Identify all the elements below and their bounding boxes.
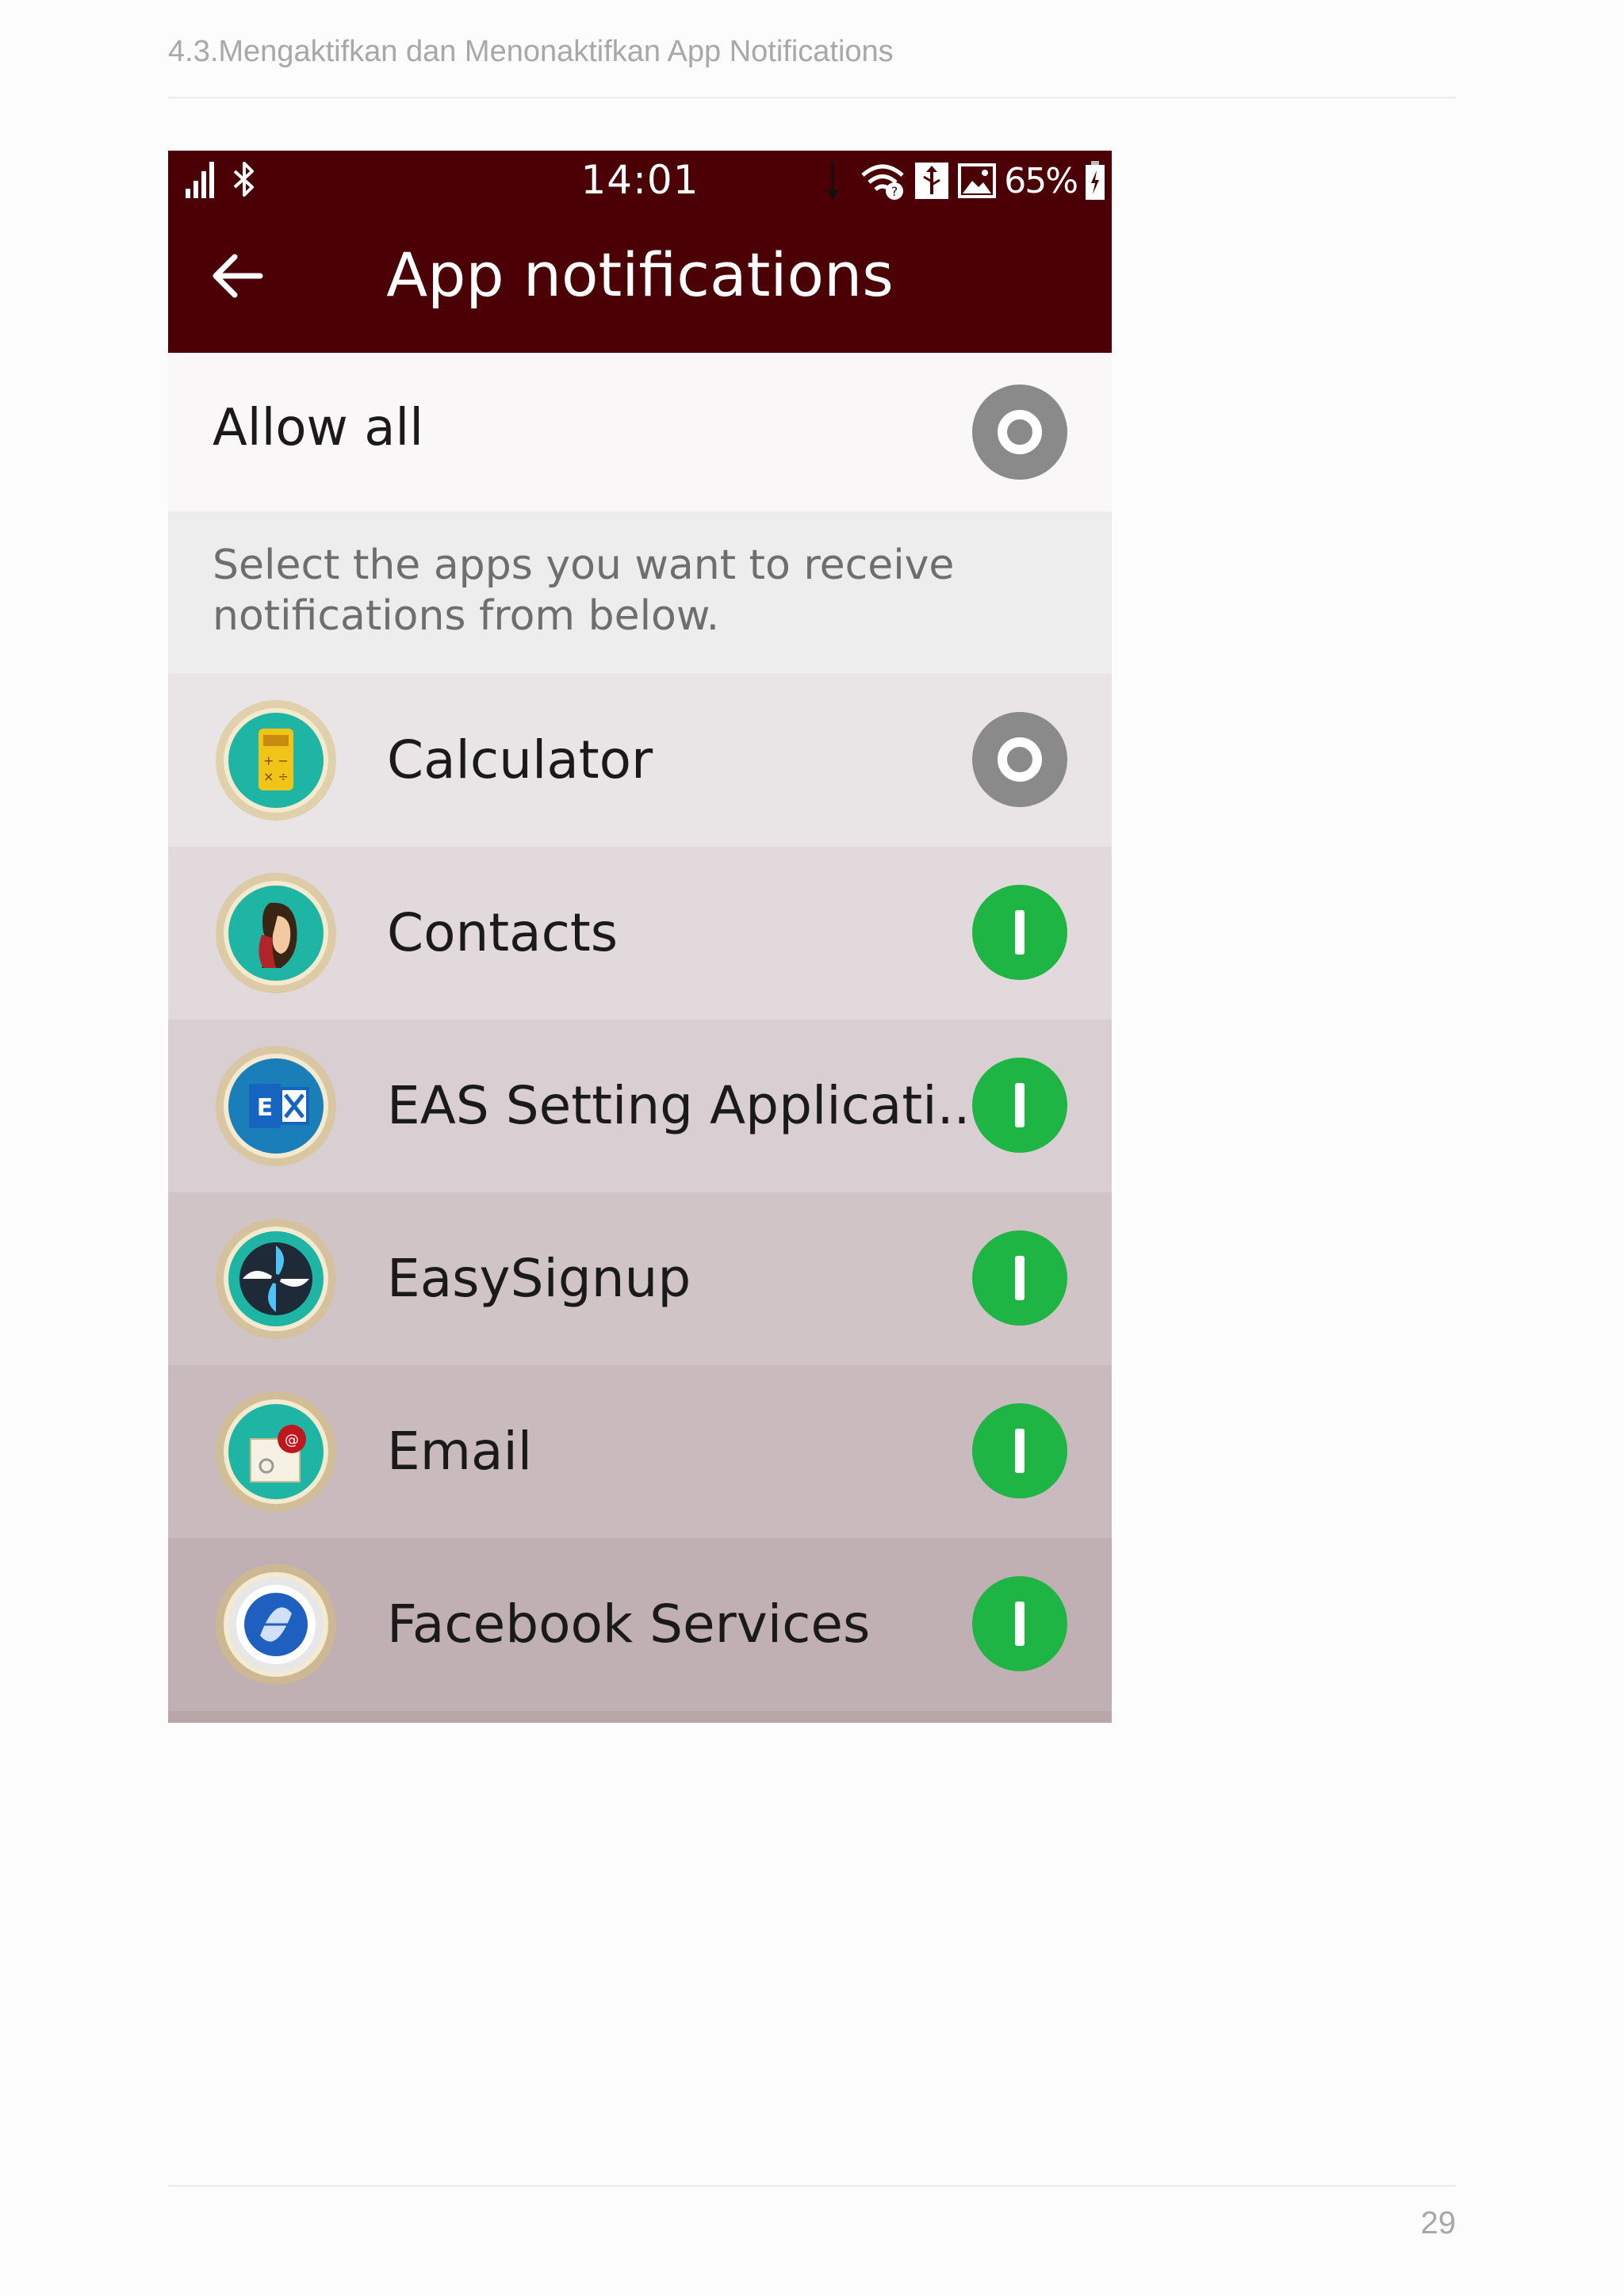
svg-text:@: @ — [285, 1432, 299, 1448]
app-notification-toggle[interactable] — [972, 1403, 1067, 1498]
allow-all-toggle[interactable] — [972, 385, 1067, 480]
svg-text:?: ? — [891, 184, 898, 199]
app-row[interactable]: E EAS Setting Applicati... — [168, 1020, 1112, 1192]
description-text: Select the apps you want to receive noti… — [213, 541, 955, 640]
description-panel: Select the apps you want to receive noti… — [168, 511, 1112, 674]
app-notification-toggle[interactable] — [972, 1230, 1067, 1326]
allow-all-label: Allow all — [213, 399, 423, 457]
app-notification-toggle[interactable] — [972, 1058, 1067, 1153]
page-title: App notifications — [386, 239, 894, 310]
app-name: EAS Setting Applicati... — [387, 1075, 987, 1136]
exchange-icon: E — [214, 1044, 338, 1168]
app-notification-toggle[interactable] — [972, 712, 1067, 807]
email-icon: @ — [214, 1390, 338, 1513]
contacts-icon — [214, 871, 338, 995]
status-bar: 14:01 ? 65% — [168, 151, 1112, 214]
app-name: Calculator — [387, 729, 653, 790]
app-name: Contacts — [387, 902, 619, 963]
download-arrow-icon — [827, 162, 839, 200]
app-bar: 14:01 ? 65% App notifications — [168, 151, 1112, 353]
usb-icon — [915, 163, 949, 199]
app-row[interactable]: Facebook Services — [168, 1538, 1112, 1711]
app-name: Facebook Services — [387, 1594, 871, 1655]
document-header: 4.3.Mengaktifkan dan Menonaktifkan App N… — [168, 35, 894, 68]
app-name: EasySignup — [387, 1248, 691, 1309]
app-row[interactable]: @ Email — [168, 1365, 1112, 1538]
svg-text:E: E — [257, 1094, 274, 1122]
battery-percentage: 65% — [1004, 160, 1078, 201]
pinwheel-icon — [214, 1217, 338, 1341]
calculator-icon: + − × ÷ — [214, 698, 338, 822]
app-notification-toggle[interactable] — [972, 1576, 1067, 1671]
app-row[interactable]: FM Radio — [168, 1711, 1112, 1723]
app-row[interactable]: EasySignup — [168, 1192, 1112, 1365]
app-row[interactable]: + − × ÷ Calculator — [168, 674, 1112, 847]
wifi-icon: ? — [861, 164, 904, 200]
app-notification-toggle[interactable] — [972, 885, 1067, 980]
gallery-icon — [958, 163, 997, 198]
facebook-services-icon — [214, 1563, 338, 1686]
footer-divider — [168, 2185, 1456, 2187]
svg-text:+ −: + − — [263, 753, 289, 768]
app-row[interactable]: Contacts — [168, 847, 1112, 1020]
header-divider — [168, 97, 1456, 98]
page-number: 29 — [1420, 2206, 1457, 2241]
allow-all-row[interactable]: Allow all — [168, 353, 1112, 511]
battery-icon — [1086, 161, 1105, 200]
phone-screen: 14:01 ? 65% App notifications Allow all … — [168, 151, 1112, 1723]
svg-text:× ÷: × ÷ — [263, 769, 289, 784]
app-name: Email — [387, 1421, 533, 1482]
